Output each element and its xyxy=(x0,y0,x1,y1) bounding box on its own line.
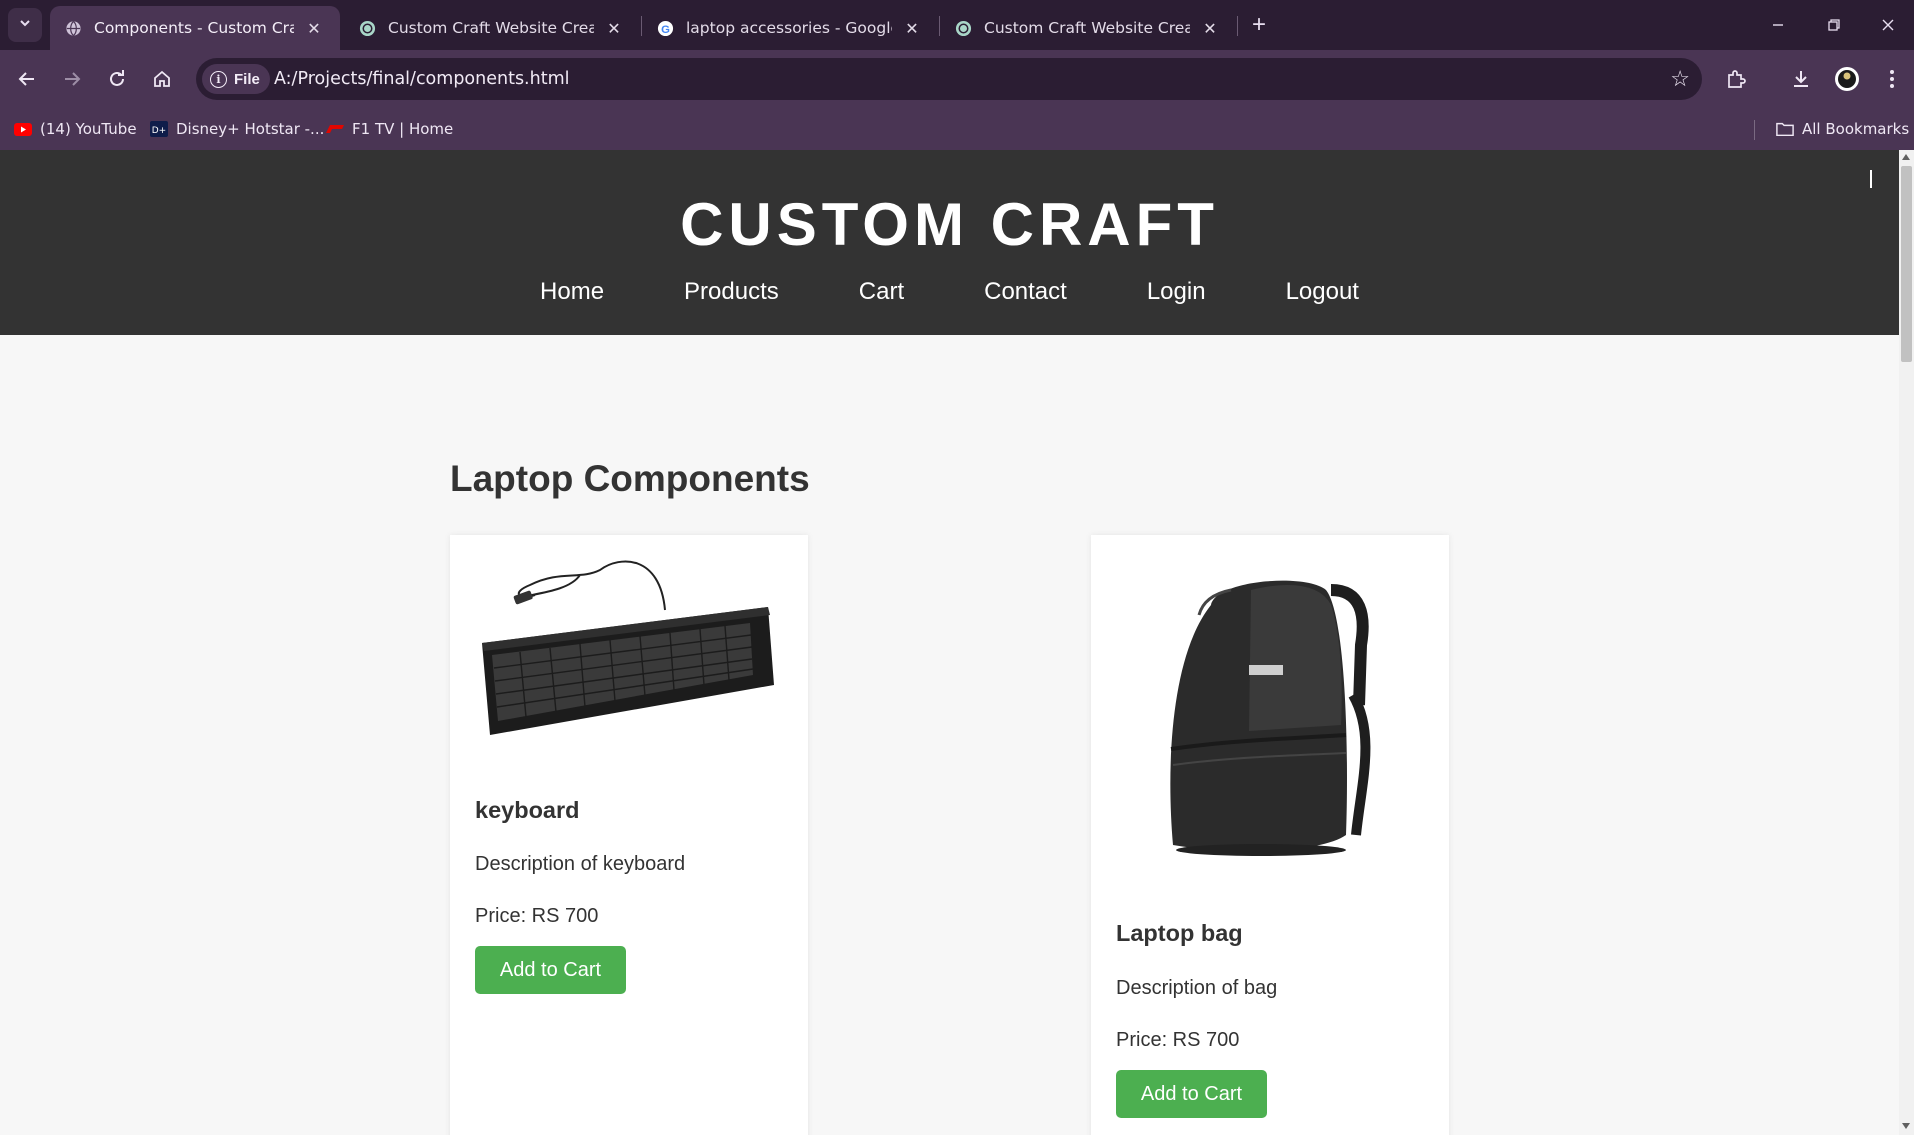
add-to-cart-button[interactable]: Add to Cart xyxy=(1116,1070,1267,1118)
site-info-chip[interactable]: i File xyxy=(202,64,270,94)
hotstar-icon: D+ xyxy=(150,121,168,137)
close-icon[interactable]: ✕ xyxy=(604,19,624,38)
folder-icon xyxy=(1776,121,1794,137)
forward-button[interactable] xyxy=(54,61,90,97)
reload-icon xyxy=(110,70,124,86)
bookmarks-bar: (14) YouTube D+ Disney+ Hotstar -... F1 … xyxy=(0,108,1914,150)
bookmarks-separator xyxy=(1754,120,1755,140)
address-bar[interactable]: i File A:/Projects/final/components.html… xyxy=(196,58,1702,100)
bookmark-f1tv[interactable]: F1 TV | Home xyxy=(326,117,453,141)
menu-button[interactable] xyxy=(1874,61,1910,97)
close-icon[interactable]: ✕ xyxy=(304,19,324,38)
tab-google-search[interactable]: G laptop accessories - Google Sea ✕ xyxy=(642,6,938,50)
bookmark-youtube[interactable]: (14) YouTube xyxy=(14,117,137,141)
svg-text:D+: D+ xyxy=(152,126,166,136)
section-title: Laptop Components xyxy=(450,458,810,499)
backpack-image xyxy=(1091,535,1449,875)
tab-custom-craft-1[interactable]: Custom Craft Website Creation ✕ xyxy=(344,6,640,50)
close-icon[interactable]: ✕ xyxy=(902,19,922,38)
info-icon: i xyxy=(210,70,227,88)
tab-components[interactable]: Components - Custom Craft ✕ xyxy=(50,6,340,50)
kebab-menu-icon xyxy=(1890,70,1894,88)
youtube-icon xyxy=(14,121,32,137)
downloads-button[interactable] xyxy=(1783,61,1819,97)
chevron-down-icon xyxy=(18,16,32,35)
product-name: Laptop bag xyxy=(1116,920,1243,946)
nav-cart[interactable]: Cart xyxy=(859,278,904,306)
site-brand: CUSTOM CRAFT xyxy=(680,191,1219,258)
nav-logout[interactable]: Logout xyxy=(1286,278,1359,306)
scroll-down-arrow-icon[interactable] xyxy=(1902,1123,1910,1129)
tab-title: Custom Craft Website Creation xyxy=(388,19,594,37)
profile-button[interactable] xyxy=(1829,61,1865,97)
svg-text:G: G xyxy=(661,23,670,35)
minimize-button[interactable] xyxy=(1750,0,1806,50)
puzzle-icon xyxy=(1728,70,1746,88)
page-scrollbar[interactable] xyxy=(1899,150,1914,1135)
google-icon: G xyxy=(656,19,674,37)
tab-separator xyxy=(1237,16,1238,36)
product-description: Description of bag xyxy=(1116,977,1278,999)
product-description: Description of keyboard xyxy=(475,853,686,875)
nav-home[interactable]: Home xyxy=(540,278,604,306)
product-price: Price: RS 700 xyxy=(1116,1029,1240,1051)
site-header: CUSTOM CRAFT Home Products Cart Contact … xyxy=(0,150,1899,335)
bookmark-label: Disney+ Hotstar -... xyxy=(176,120,325,138)
globe-icon xyxy=(64,19,82,37)
tab-title: laptop accessories - Google Sea xyxy=(686,19,892,37)
scroll-up-arrow-icon[interactable] xyxy=(1902,154,1910,160)
tab-strip: Components - Custom Craft ✕ Custom Craft… xyxy=(0,0,1914,50)
bookmark-label: F1 TV | Home xyxy=(352,120,454,138)
close-icon[interactable]: ✕ xyxy=(1200,19,1220,38)
f1-icon xyxy=(326,121,344,137)
home-button[interactable] xyxy=(144,61,180,97)
site-chip-label: File xyxy=(234,70,260,88)
bookmark-star-icon[interactable]: ☆ xyxy=(1670,66,1690,92)
download-icon xyxy=(1794,71,1808,87)
nav-products[interactable]: Products xyxy=(684,278,779,306)
home-icon xyxy=(154,70,170,87)
tab-title: Components - Custom Craft xyxy=(94,19,294,37)
product-card-keyboard: keyboard Description of keyboard Price: … xyxy=(450,535,808,1135)
browser-toolbar: i File A:/Projects/final/components.html… xyxy=(0,50,1914,108)
scrollbar-thumb[interactable] xyxy=(1901,166,1912,362)
text-cursor xyxy=(1870,170,1872,188)
site-nav: Home Products Cart Contact Login Logout xyxy=(0,278,1899,306)
extensions-button[interactable] xyxy=(1718,61,1754,97)
nav-contact[interactable]: Contact xyxy=(984,278,1067,306)
chatgpt-icon xyxy=(358,19,376,37)
product-price: Price: RS 700 xyxy=(475,905,599,927)
arrow-left-icon xyxy=(18,72,34,86)
nav-login[interactable]: Login xyxy=(1147,278,1206,306)
new-tab-button[interactable]: + xyxy=(1244,10,1274,40)
url-text[interactable]: A:/Projects/final/components.html xyxy=(274,58,569,100)
tab-search-button[interactable] xyxy=(8,8,42,42)
all-bookmarks-button[interactable]: All Bookmarks xyxy=(1776,117,1909,141)
close-window-button[interactable] xyxy=(1862,0,1914,50)
back-button[interactable] xyxy=(9,61,45,97)
page-viewport: CUSTOM CRAFT Home Products Cart Contact … xyxy=(0,150,1914,1135)
restore-button[interactable] xyxy=(1806,0,1862,50)
keyboard-image xyxy=(450,535,808,755)
add-to-cart-button[interactable]: Add to Cart xyxy=(475,946,626,994)
tab-custom-craft-2[interactable]: Custom Craft Website Creation ✕ xyxy=(940,6,1236,50)
product-name: keyboard xyxy=(475,797,580,823)
bookmark-label: (14) YouTube xyxy=(40,120,137,138)
reload-button[interactable] xyxy=(99,61,135,97)
arrow-right-icon xyxy=(65,72,81,86)
tab-title: Custom Craft Website Creation xyxy=(984,19,1190,37)
product-card-laptop-bag: Laptop bag Description of bag Price: RS … xyxy=(1091,535,1449,1135)
bookmark-hotstar[interactable]: D+ Disney+ Hotstar -... xyxy=(150,117,324,141)
bookmark-label: All Bookmarks xyxy=(1802,120,1910,138)
avatar xyxy=(1835,67,1859,91)
chatgpt-icon xyxy=(954,19,972,37)
